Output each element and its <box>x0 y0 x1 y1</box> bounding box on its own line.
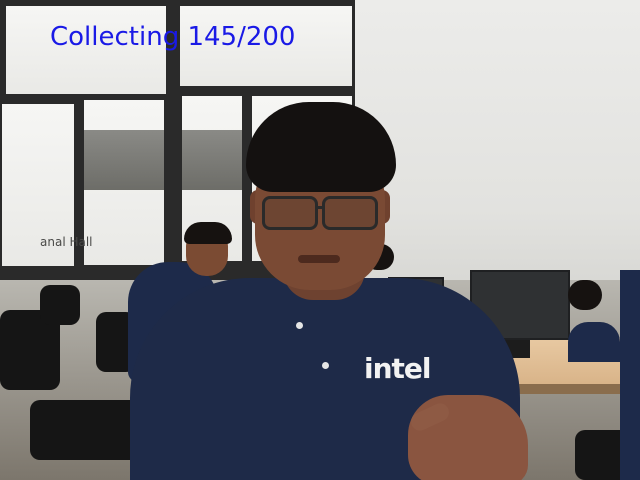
background-person-shirt <box>568 322 620 362</box>
window-pane-shadow <box>182 130 242 190</box>
glasses-lens <box>262 196 318 230</box>
collection-status-text: Collecting 145/200 <box>50 22 296 52</box>
camera-feed: anal Hall intel Collecting 145/200 <box>0 0 640 480</box>
background-person-hair <box>568 280 602 310</box>
shirt-logo: intel <box>364 352 432 385</box>
glasses-bridge <box>315 206 325 209</box>
chair <box>30 400 140 460</box>
window-pane-shadow <box>84 130 164 190</box>
shirt-button <box>296 322 303 329</box>
subject-mouth <box>298 255 340 263</box>
shirt-button <box>322 362 329 369</box>
foreground-person-edge <box>620 270 640 480</box>
back-wall <box>355 0 640 300</box>
wall-sign: anal Hall <box>40 235 93 249</box>
chair <box>40 285 80 325</box>
glasses-lens <box>322 196 378 230</box>
background-person-hair <box>184 222 232 244</box>
